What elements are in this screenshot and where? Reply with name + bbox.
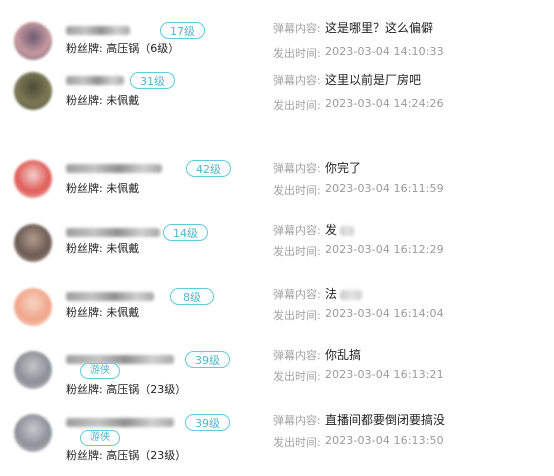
user-avatar[interactable]	[14, 160, 52, 198]
time-label: 发出时间:	[273, 47, 321, 60]
user-avatar[interactable]	[14, 288, 52, 326]
fan-badge-text: 粉丝牌: 未佩戴	[66, 242, 140, 255]
danmaku-content-text: 法	[325, 287, 338, 301]
user-level-badge: 39级	[185, 351, 230, 368]
sent-time: 2023-03-04 16:13:50	[325, 434, 444, 447]
username-obscured[interactable]	[66, 76, 124, 85]
fan-badge-text: 粉丝牌: 未佩戴	[66, 94, 140, 107]
content-label: 弹幕内容:	[273, 414, 321, 427]
danmaku-row: 17级粉丝牌: 高压锅（6级） 弹幕内容: 这是哪里？这么偏僻 发出时间: 2023-0…	[0, 8, 554, 68]
fan-badge-text: 粉丝牌: 未佩戴	[66, 306, 140, 319]
fan-badge-text: 粉丝牌: 高压锅（23级）	[66, 383, 187, 396]
danmaku-content: 你完了	[325, 159, 361, 176]
sent-time: 2023-03-04 16:14:04	[325, 307, 444, 320]
danmaku-content-text: 发	[325, 223, 338, 237]
user-avatar[interactable]	[14, 414, 52, 452]
user-level-badge: 31级	[130, 72, 175, 89]
danmaku-content-text: 这里以前是厂房吧	[325, 73, 422, 87]
special-badge: 游侠	[80, 363, 120, 379]
danmaku-content-text: 你完了	[325, 161, 362, 175]
user-level-badge: 8级	[170, 288, 214, 305]
user-avatar[interactable]	[14, 224, 52, 262]
danmaku-content-text: 直播间都要倒闭要搞没	[325, 413, 446, 427]
username-obscured[interactable]	[66, 26, 130, 35]
danmaku-content: 你乱搞	[325, 346, 361, 363]
user-avatar[interactable]	[14, 72, 52, 110]
user-avatar[interactable]	[14, 22, 52, 60]
danmaku-content: 直播间都要倒闭要搞没	[325, 411, 445, 428]
danmaku-row: 14级粉丝牌: 未佩戴 弹幕内容: 发发出时间: 2023-03-04 16:12:2…	[0, 212, 554, 272]
content-label: 弹幕内容:	[273, 224, 321, 237]
sent-time: 2023-03-04 16:13:21	[325, 368, 444, 381]
danmaku-content: 发	[325, 221, 355, 238]
sent-time: 2023-03-04 14:24:26	[325, 97, 444, 110]
username-obscured[interactable]	[66, 292, 154, 301]
content-obscured	[340, 289, 363, 300]
sent-time: 2023-03-04 16:12:29	[325, 243, 444, 256]
user-level-badge: 17级	[160, 22, 205, 39]
sent-time: 2023-03-04 14:10:33	[325, 45, 444, 58]
sent-time: 2023-03-04 16:11:59	[325, 182, 444, 195]
user-level-badge: 42级	[186, 160, 231, 177]
content-label: 弹幕内容:	[273, 22, 321, 35]
danmaku-row: 8级粉丝牌: 未佩戴 弹幕内容: 法发出时间: 2023-03-04 16:14:04	[0, 274, 554, 334]
danmaku-row: 31级粉丝牌: 未佩戴 弹幕内容: 这里以前是厂房吧 发出时间: 2023-03-04 …	[0, 60, 554, 120]
time-label: 发出时间:	[273, 436, 321, 449]
username-obscured[interactable]	[66, 228, 160, 237]
danmaku-content-text: 你乱搞	[325, 348, 362, 362]
danmaku-content: 法	[325, 285, 363, 302]
time-label: 发出时间:	[273, 184, 321, 197]
time-label: 发出时间:	[273, 245, 321, 258]
fan-badge-text: 粉丝牌: 高压锅（6级）	[66, 42, 180, 55]
time-label: 发出时间:	[273, 370, 321, 383]
fan-badge-text: 粉丝牌: 未佩戴	[66, 182, 140, 195]
username-obscured[interactable]	[66, 418, 174, 427]
danmaku-row: 42级粉丝牌: 未佩戴 弹幕内容: 你完了 发出时间: 2023-03-04 16:11…	[0, 148, 554, 208]
time-label: 发出时间:	[273, 309, 321, 322]
username-obscured[interactable]	[66, 164, 162, 173]
special-badge: 游侠	[80, 430, 120, 446]
user-level-badge: 14级	[163, 224, 208, 241]
danmaku-content: 这是哪里？这么偏僻	[325, 19, 433, 36]
fan-badge-text: 粉丝牌: 高压锅（23级）	[66, 449, 187, 462]
content-obscured	[340, 225, 355, 236]
content-label: 弹幕内容:	[273, 162, 321, 175]
danmaku-row: 39级游侠粉丝牌: 高压锅（23级） 弹幕内容: 直播间都要倒闭要搞没 发出时间: 20…	[0, 400, 554, 462]
content-label: 弹幕内容:	[273, 349, 321, 362]
username-obscured[interactable]	[66, 355, 174, 364]
danmaku-content: 这里以前是厂房吧	[325, 71, 421, 88]
time-label: 发出时间:	[273, 99, 321, 112]
danmaku-content-text: 这是哪里？这么偏僻	[325, 21, 434, 35]
danmaku-row: 39级游侠粉丝牌: 高压锅（23级） 弹幕内容: 你乱搞 发出时间: 2023-03-0…	[0, 337, 554, 397]
user-avatar[interactable]	[14, 351, 52, 389]
user-level-badge: 39级	[185, 414, 230, 431]
content-label: 弹幕内容:	[273, 74, 321, 87]
content-label: 弹幕内容:	[273, 288, 321, 301]
